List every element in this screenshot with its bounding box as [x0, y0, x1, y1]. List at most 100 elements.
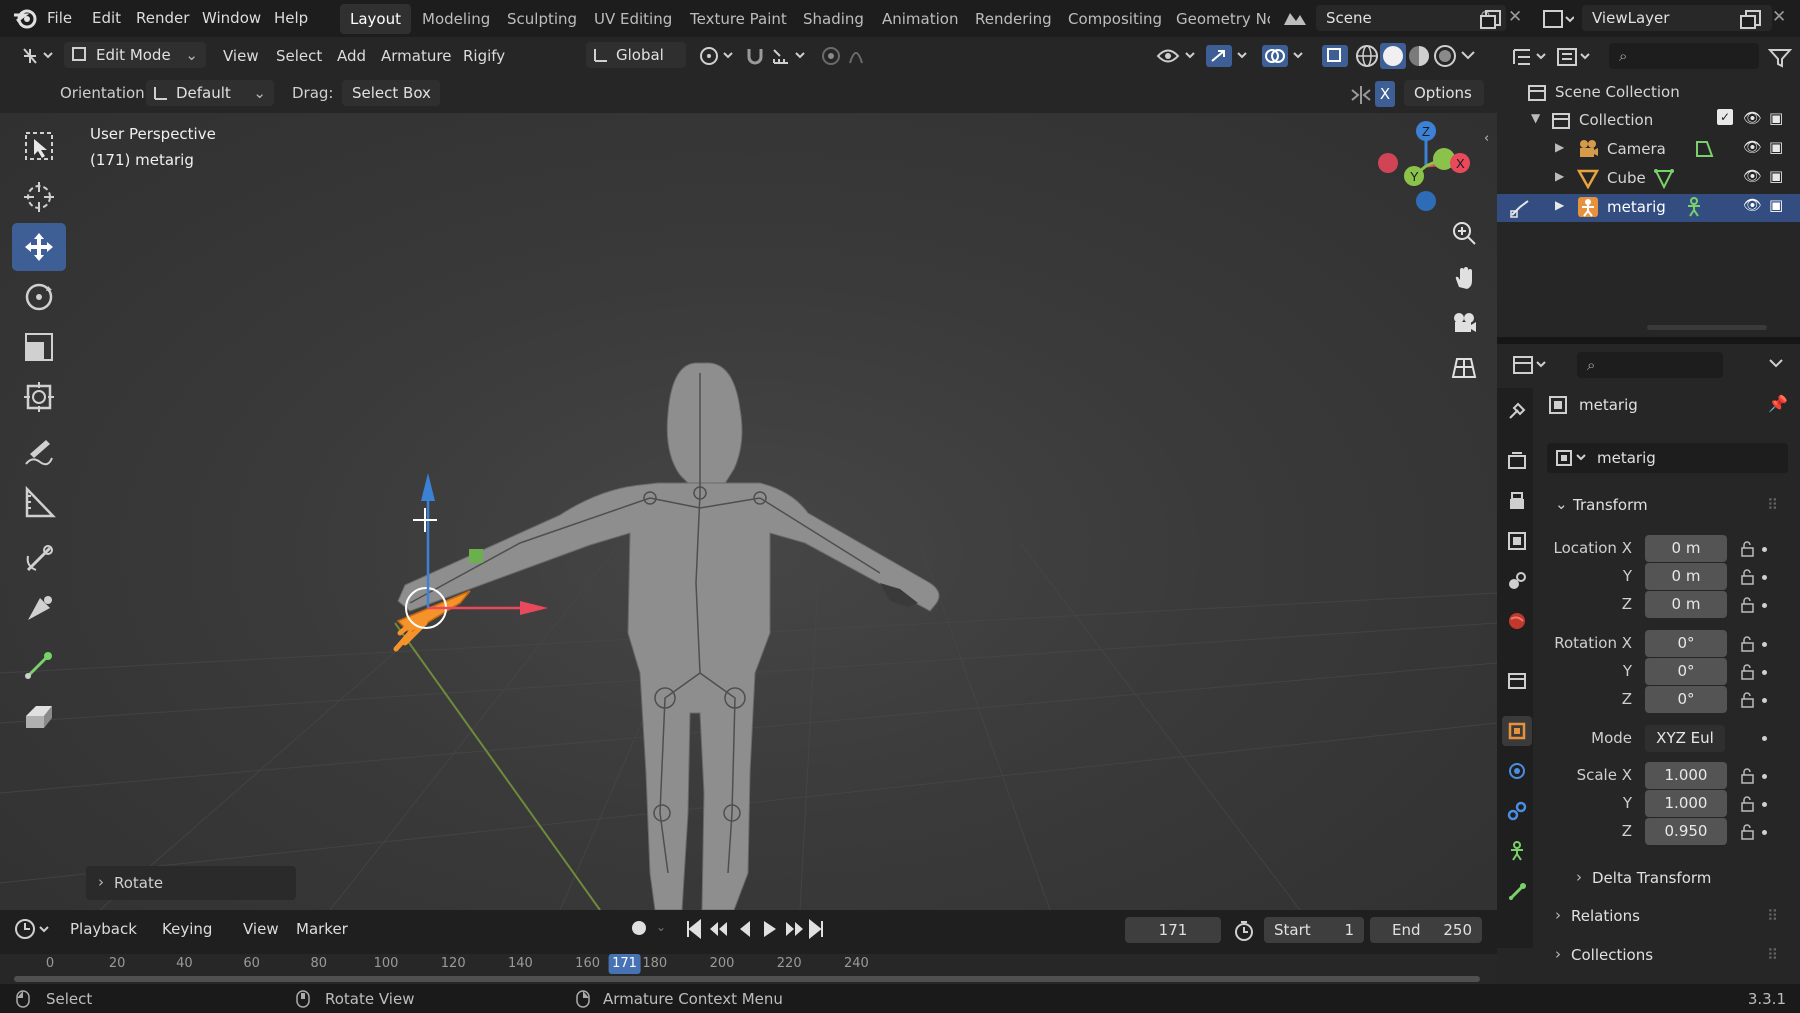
- orientation-selector[interactable]: Default ⌄: [146, 80, 274, 106]
- xray-icon[interactable]: [1322, 45, 1348, 67]
- bone-roll-tool[interactable]: [12, 535, 66, 583]
- keyframe-dot-icon[interactable]: [1762, 830, 1767, 835]
- next-keyframe-icon[interactable]: [786, 922, 803, 936]
- pan-hand-icon[interactable]: [1444, 258, 1484, 298]
- filter-icon[interactable]: [1767, 46, 1797, 68]
- eye-icon[interactable]: 👁: [1743, 196, 1762, 214]
- mirror-options-icon[interactable]: [1350, 84, 1372, 106]
- outliner-item-camera[interactable]: ▶ Camera 👁 ▣: [1497, 136, 1800, 164]
- location-x-field[interactable]: 0 m: [1645, 535, 1727, 562]
- transform-panel-header[interactable]: ⌄ Transform ⠿: [1547, 490, 1788, 522]
- properties-search-input[interactable]: ⌕: [1577, 352, 1723, 378]
- prev-keyframe-icon[interactable]: [710, 922, 727, 936]
- lock-icon[interactable]: [1740, 597, 1756, 613]
- output-tab-icon[interactable]: [1502, 486, 1532, 516]
- camera-render-icon[interactable]: ▣: [1769, 196, 1783, 214]
- render-tab-icon[interactable]: [1502, 446, 1532, 476]
- menu-help[interactable]: Help: [274, 9, 308, 27]
- location-z-field[interactable]: 0 m: [1645, 591, 1727, 618]
- end-frame-field[interactable]: End 250: [1370, 917, 1482, 943]
- frame-ruler[interactable]: 0 20 40 60 80 100 120 140 160 180 200 220 240 171: [0, 954, 1497, 984]
- marker-menu[interactable]: Marker: [296, 920, 348, 938]
- 3d-viewport[interactable]: User Perspective (171) metarig X Y Z ‹ ›…: [0, 113, 1497, 910]
- keyframe-dot-icon[interactable]: [1762, 774, 1767, 779]
- camera-render-icon[interactable]: ▣: [1769, 138, 1783, 156]
- gizmo-neg-x[interactable]: [1378, 153, 1398, 173]
- move-tool[interactable]: [12, 223, 66, 271]
- scale-tool[interactable]: [12, 323, 66, 371]
- tab-texture-paint[interactable]: Texture Paint: [680, 4, 797, 34]
- timeline-view-menu[interactable]: View: [243, 920, 279, 938]
- lock-icon[interactable]: [1740, 692, 1756, 708]
- last-operator-panel[interactable]: › Rotate: [86, 866, 296, 900]
- checkbox-icon[interactable]: ✓: [1717, 109, 1733, 125]
- record-icon[interactable]: [632, 921, 646, 935]
- new-view-layer-icon[interactable]: [1738, 7, 1762, 31]
- zoom-icon[interactable]: [1444, 213, 1484, 253]
- overlays-icon[interactable]: [1262, 45, 1304, 67]
- drag-selector[interactable]: Select Box: [342, 80, 440, 106]
- lock-icon[interactable]: [1740, 569, 1756, 585]
- rotation-mode-selector[interactable]: XYZ Eul: [1645, 725, 1725, 752]
- shading-options-chevron-icon[interactable]: [1460, 49, 1476, 63]
- expand-right-icon[interactable]: ▶: [1555, 140, 1564, 154]
- wireframe-shading-icon[interactable]: [1354, 43, 1380, 69]
- keyframe-dot-icon[interactable]: [1762, 642, 1767, 647]
- relations-panel-header[interactable]: › Relations ⠿: [1547, 902, 1788, 932]
- stopwatch-icon[interactable]: [1232, 919, 1256, 943]
- menu-select[interactable]: Select: [276, 47, 322, 65]
- mode-selector[interactable]: Edit Mode ⌄: [64, 42, 206, 68]
- falloff-icon[interactable]: [848, 45, 884, 67]
- solid-shading-icon[interactable]: [1380, 43, 1406, 69]
- camera-view-icon[interactable]: [1444, 303, 1484, 343]
- menu-armature[interactable]: Armature: [381, 47, 451, 65]
- menu-window[interactable]: Window: [202, 9, 261, 27]
- lock-icon[interactable]: [1740, 824, 1756, 840]
- menu-add[interactable]: Add: [337, 47, 366, 65]
- outliner-search-input[interactable]: ⌕: [1609, 43, 1759, 69]
- eye-icon[interactable]: 👁: [1743, 167, 1762, 185]
- lock-icon[interactable]: [1740, 636, 1756, 652]
- eye-icon[interactable]: 👁: [1743, 138, 1762, 156]
- visibility-icon[interactable]: [1156, 45, 1198, 67]
- extrude-bone-tool[interactable]: [12, 641, 66, 689]
- jump-start-icon[interactable]: [687, 919, 701, 939]
- playback-controls[interactable]: [686, 919, 826, 939]
- tab-modeling[interactable]: Modeling: [412, 4, 500, 34]
- playhead-marker[interactable]: 171: [608, 954, 641, 974]
- tab-rendering[interactable]: Rendering: [965, 4, 1062, 34]
- lock-icon[interactable]: [1740, 796, 1756, 812]
- gizmo-neg-z[interactable]: [1416, 191, 1436, 211]
- chevron-down-icon[interactable]: [1767, 356, 1787, 372]
- bone-size-tool[interactable]: [12, 585, 66, 633]
- menu-file[interactable]: File: [47, 9, 72, 27]
- rotation-y-field[interactable]: 0°: [1645, 658, 1727, 685]
- start-frame-field[interactable]: Start 1: [1264, 917, 1364, 943]
- rotation-x-field[interactable]: 0°: [1645, 630, 1727, 657]
- scene-icon[interactable]: [1280, 7, 1310, 31]
- menu-edit[interactable]: Edit: [92, 9, 121, 27]
- pivot-point-icon[interactable]: [698, 45, 738, 67]
- location-y-field[interactable]: 0 m: [1645, 563, 1727, 590]
- outliner-collection[interactable]: ▼ Collection ✓ 👁 ▣: [1497, 107, 1800, 135]
- jump-end-icon[interactable]: [809, 919, 823, 939]
- collections-panel-header[interactable]: › Collections ⠿: [1547, 941, 1788, 971]
- display-mode-icon[interactable]: [1555, 46, 1595, 68]
- bone-tab-icon[interactable]: [1502, 876, 1532, 906]
- delta-transform-subpanel[interactable]: › Delta Transform: [1570, 864, 1788, 892]
- scale-x-field[interactable]: 1.000: [1645, 762, 1727, 789]
- play-reverse-icon[interactable]: [740, 921, 750, 937]
- cursor-tool[interactable]: [12, 173, 66, 221]
- lock-icon[interactable]: [1740, 768, 1756, 784]
- material-shading-icon[interactable]: [1406, 43, 1432, 69]
- rendered-shading-icon[interactable]: [1432, 43, 1458, 69]
- keyframe-dot-icon[interactable]: [1762, 575, 1767, 580]
- keyframe-dot-icon[interactable]: [1762, 547, 1767, 552]
- keyframe-dot-icon[interactable]: [1762, 698, 1767, 703]
- lock-icon[interactable]: [1740, 664, 1756, 680]
- tab-geometry-nodes[interactable]: Geometry Nc: [1166, 4, 1270, 34]
- select-box-tool[interactable]: [12, 122, 66, 170]
- tab-sculpting[interactable]: Sculpting: [497, 4, 587, 34]
- camera-render-icon[interactable]: ▣: [1769, 167, 1783, 185]
- menu-rigify[interactable]: Rigify: [463, 47, 505, 65]
